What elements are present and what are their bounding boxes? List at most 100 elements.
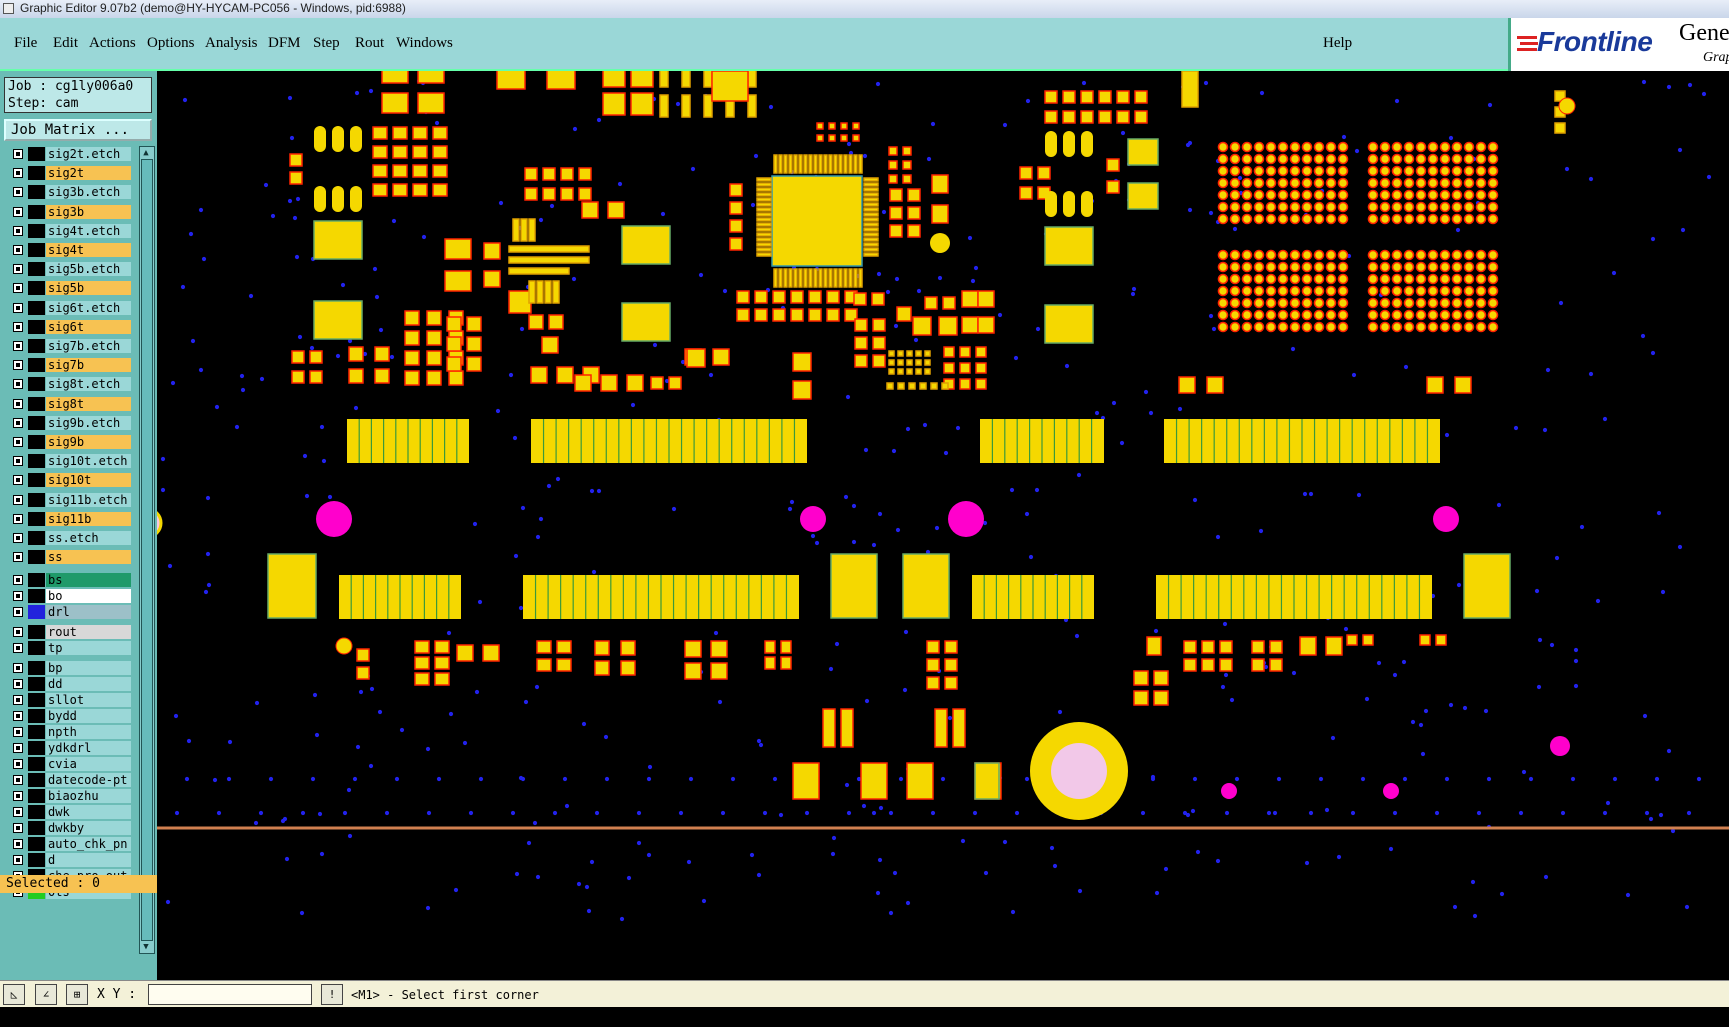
layer-checkbox[interactable]	[13, 494, 23, 505]
layer-row[interactable]: sig6t	[8, 319, 131, 334]
layer-color-swatch[interactable]	[28, 377, 45, 392]
layer-row[interactable]: sig2t	[8, 166, 131, 181]
layer-name[interactable]: dd	[46, 677, 131, 692]
layer-checkbox[interactable]	[13, 727, 23, 738]
layer-row[interactable]: ss	[8, 550, 131, 565]
layer-name[interactable]: sllot	[46, 693, 131, 708]
layer-checkbox[interactable]	[13, 679, 23, 690]
layer-row[interactable]: sig9b.etch	[8, 415, 131, 430]
layer-name[interactable]: tp	[46, 641, 131, 656]
layer-row[interactable]: bo	[8, 589, 131, 604]
layer-color-swatch[interactable]	[28, 605, 45, 620]
layer-row[interactable]: bp	[8, 661, 131, 676]
layer-checkbox[interactable]	[13, 456, 23, 467]
layer-checkbox[interactable]	[13, 627, 23, 638]
layer-color-swatch[interactable]	[28, 511, 45, 526]
layer-color-swatch[interactable]	[28, 625, 45, 640]
layer-name[interactable]: bs	[46, 573, 131, 588]
layer-checkbox[interactable]	[13, 302, 23, 313]
layer-name[interactable]: sig9b.etch	[46, 415, 131, 430]
layer-color-swatch[interactable]	[28, 789, 45, 804]
grid-tool-icon[interactable]: ⊞	[66, 984, 88, 1005]
layer-name[interactable]: d	[46, 853, 131, 868]
layer-color-swatch[interactable]	[28, 853, 45, 868]
graphic-canvas[interactable]	[157, 71, 1729, 980]
layer-name[interactable]: bo	[46, 589, 131, 604]
layer-name[interactable]: sig11b.etch	[46, 492, 131, 507]
layer-checkbox[interactable]	[13, 823, 23, 834]
layer-row[interactable]: dwk	[8, 805, 131, 820]
layer-color-swatch[interactable]	[28, 709, 45, 724]
layer-checkbox[interactable]	[13, 168, 23, 179]
layer-name[interactable]: npth	[46, 725, 131, 740]
layer-name[interactable]: sig3b	[46, 204, 131, 219]
menu-options[interactable]: Options	[147, 35, 195, 52]
layer-color-swatch[interactable]	[28, 492, 45, 507]
menu-rout[interactable]: Rout	[355, 35, 384, 52]
menu-edit[interactable]: Edit	[53, 35, 78, 52]
layer-checkbox[interactable]	[13, 437, 23, 447]
layer-name[interactable]: ydkdrl	[46, 741, 131, 756]
layer-row[interactable]: bs	[8, 573, 131, 588]
layer-name[interactable]: cvia	[46, 757, 131, 772]
job-matrix-button[interactable]: Job Matrix ...	[4, 119, 152, 141]
layer-color-swatch[interactable]	[28, 661, 45, 676]
layer-color-swatch[interactable]	[28, 300, 45, 315]
app-icon[interactable]	[3, 3, 14, 14]
layer-checkbox[interactable]	[13, 807, 23, 818]
layer-row[interactable]: sig4t	[8, 243, 131, 257]
layer-color-swatch[interactable]	[28, 550, 45, 565]
layer-color-swatch[interactable]	[28, 589, 45, 604]
menu-windows[interactable]: Windows	[396, 35, 453, 52]
layer-row[interactable]: dwkby	[8, 821, 131, 836]
layer-checkbox[interactable]	[13, 607, 23, 618]
layer-row[interactable]: ss.etch	[8, 531, 131, 545]
layer-name[interactable]: sig4t	[46, 243, 131, 257]
layer-row[interactable]: auto_chk_pn	[8, 837, 131, 852]
layer-checkbox[interactable]	[13, 417, 23, 428]
layer-name[interactable]: sig6t	[46, 319, 131, 334]
menu-actions[interactable]: Actions	[89, 35, 136, 52]
layer-color-swatch[interactable]	[28, 531, 45, 545]
layer-name[interactable]: dwk	[46, 805, 131, 820]
layer-name[interactable]: sig4t.etch	[46, 223, 131, 238]
layer-name[interactable]: drl	[46, 605, 131, 620]
layer-name[interactable]: sig8t	[46, 396, 131, 411]
layer-color-swatch[interactable]	[28, 677, 45, 692]
layer-name[interactable]: sig9b	[46, 435, 131, 449]
layer-row[interactable]: sig5b.etch	[8, 262, 131, 277]
layer-row[interactable]: npth	[8, 725, 131, 740]
layer-row[interactable]: sig11b	[8, 511, 131, 526]
layer-checkbox[interactable]	[13, 475, 23, 486]
layer-checkbox[interactable]	[13, 206, 23, 217]
layer-checkbox[interactable]	[13, 552, 23, 563]
layer-row[interactable]: sig7b.etch	[8, 339, 131, 353]
layer-row[interactable]: biaozhu	[8, 789, 131, 804]
layer-name[interactable]: sig5b.etch	[46, 262, 131, 277]
layer-name[interactable]: sig8t.etch	[46, 377, 131, 392]
layer-color-swatch[interactable]	[28, 773, 45, 788]
layer-color-swatch[interactable]	[28, 185, 45, 200]
layer-row[interactable]: sig10t.etch	[8, 454, 131, 469]
layer-checkbox[interactable]	[13, 360, 23, 371]
menu-help[interactable]: Help	[1323, 35, 1352, 52]
layer-checkbox[interactable]	[13, 533, 23, 543]
layer-name[interactable]: bp	[46, 661, 131, 676]
layer-color-swatch[interactable]	[28, 243, 45, 257]
layer-name[interactable]: rout	[46, 625, 131, 640]
layer-row[interactable]: sig5b	[8, 281, 131, 296]
layer-row[interactable]: sig4t.etch	[8, 223, 131, 238]
menu-file[interactable]: File	[14, 35, 37, 52]
pcb-board[interactable]	[157, 71, 1729, 980]
layer-color-swatch[interactable]	[28, 725, 45, 740]
layer-row[interactable]: sig3b.etch	[8, 185, 131, 200]
layer-row[interactable]: datecode-pt	[8, 773, 131, 788]
layer-color-swatch[interactable]	[28, 223, 45, 238]
layer-name[interactable]: biaozhu	[46, 789, 131, 804]
layer-name[interactable]: sig10t	[46, 473, 131, 488]
xy-input[interactable]	[148, 984, 312, 1005]
layer-row[interactable]: sig7b	[8, 358, 131, 373]
layer-checkbox[interactable]	[13, 575, 23, 586]
layer-color-swatch[interactable]	[28, 396, 45, 411]
layer-row[interactable]: sig2t.etch	[8, 147, 131, 161]
